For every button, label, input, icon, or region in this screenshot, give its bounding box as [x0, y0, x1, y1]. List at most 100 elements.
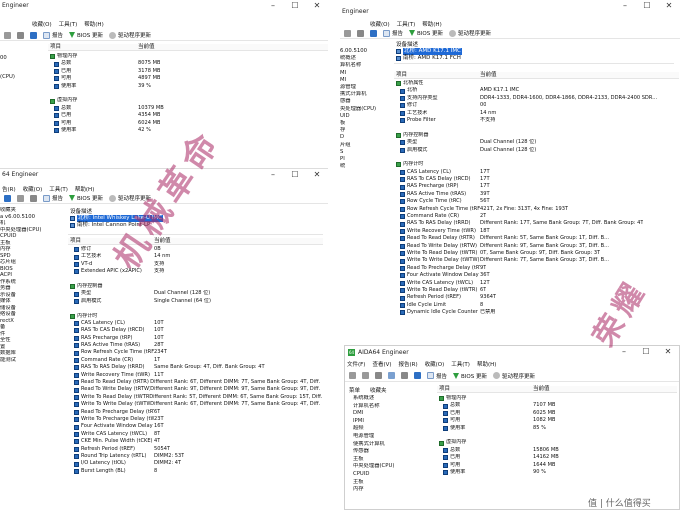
- tree-item[interactable]: 统: [340, 163, 390, 170]
- back-icon[interactable]: [4, 32, 11, 39]
- menu-tools[interactable]: 工具(T): [397, 20, 416, 28]
- tree-item[interactable]: UID: [340, 113, 390, 120]
- menu-help[interactable]: 帮助(H): [477, 360, 496, 368]
- tree-item[interactable]: 统概述: [340, 55, 390, 62]
- refresh-icon[interactable]: [388, 372, 395, 379]
- column-value[interactable]: 当前值: [138, 44, 155, 50]
- tree-item[interactable]: 感器: [340, 98, 390, 105]
- table-row[interactable]: Read To Read Delay (tRTR)Different Rank:…: [70, 379, 322, 386]
- table-row[interactable]: Read To Write Delay (tRTW)Different Rank…: [396, 243, 678, 250]
- forward-icon[interactable]: [362, 372, 369, 379]
- menu-favorites[interactable]: 收藏(O): [23, 185, 43, 193]
- table-row[interactable]: CKE Min. Pulse Width (tCKE)4T: [70, 438, 322, 445]
- table-row[interactable]: Read To Precharge Delay (tRTP)6T: [70, 409, 322, 416]
- menu-view[interactable]: 查看(V): [372, 360, 391, 368]
- tree-item[interactable]: 内存: [353, 486, 433, 494]
- tree-item[interactable]: [0, 62, 45, 74]
- table-row[interactable]: 可用1644 MB: [439, 462, 675, 469]
- device-northbridge[interactable]: 北桥: Intel Whiskey Lake-U IMC: [68, 215, 323, 222]
- chart-icon[interactable]: [414, 372, 421, 379]
- table-row[interactable]: 已用4354 MB: [50, 112, 320, 119]
- device-northbridge[interactable]: 北桥: AMD K17.1 IMC: [394, 48, 674, 55]
- menu-tools[interactable]: 工具(T): [49, 185, 68, 193]
- maximize-button[interactable]: ☐: [284, 169, 306, 181]
- maximize-button[interactable]: ☐: [636, 0, 658, 12]
- menu-help[interactable]: 帮助(H): [84, 20, 103, 28]
- tree-item[interactable]: 主板: [353, 456, 433, 464]
- table-row[interactable]: Write To Write Delay (tWTW)Different Ran…: [70, 401, 322, 408]
- table-row[interactable]: RAS Active Time (tRAS)39T: [396, 191, 678, 198]
- tree-item[interactable]: 能测试: [0, 357, 56, 364]
- table-row[interactable]: 使用率39 %: [50, 83, 320, 90]
- tree-item[interactable]: 系统概述: [353, 395, 433, 403]
- menu-favorites[interactable]: 收藏(O): [425, 360, 445, 368]
- table-row[interactable]: 类型Dual Channel (128 位): [70, 290, 322, 297]
- table-row[interactable]: 使用率90 %: [439, 469, 675, 476]
- tree-item[interactable]: S: [340, 149, 390, 156]
- table-row[interactable]: Write CAS Latency (tWCL)8T: [70, 431, 322, 438]
- table-row[interactable]: 已用3178 MB: [50, 68, 320, 75]
- tree-item[interactable]: 源管理: [340, 84, 390, 91]
- table-row[interactable]: 启用模式Single Channel (64 位): [70, 298, 322, 305]
- device-southbridge[interactable]: 南桥: Intel Cannon Point-LP: [68, 222, 323, 229]
- tree-item[interactable]: MI: [340, 77, 390, 84]
- table-row[interactable]: RAS To CAS Delay (tRCD)17T: [396, 176, 678, 183]
- section-row[interactable]: 虚拟内存: [50, 97, 320, 104]
- section-row[interactable]: 北桥属性: [396, 80, 678, 87]
- back-icon[interactable]: [349, 372, 356, 379]
- tree-item[interactable]: 中央处理器(CPU): [353, 463, 433, 471]
- table-row[interactable]: 总数7107 MB: [439, 402, 675, 409]
- table-row[interactable]: Read To Precharge Delay (tRTP)9T: [396, 265, 678, 272]
- section-row[interactable]: 内存控制器: [70, 283, 322, 290]
- section-row[interactable]: 物理内存: [439, 395, 675, 402]
- report-button[interactable]: 报告: [427, 372, 447, 380]
- bios-update-button[interactable]: BIOS 更新: [453, 372, 487, 380]
- back-icon[interactable]: [17, 195, 24, 202]
- table-row[interactable]: 支持内存类型DDR4-1333, DDR4-1600, DDR4-1866, D…: [396, 95, 678, 102]
- tree-item[interactable]: 超频: [353, 425, 433, 433]
- menu-help[interactable]: 帮助(H): [422, 20, 441, 28]
- table-row[interactable]: 修订00: [396, 102, 678, 109]
- table-row[interactable]: Burst Length (BL)8: [70, 468, 322, 475]
- back-icon[interactable]: [344, 30, 351, 37]
- column-item[interactable]: 项目: [48, 44, 138, 50]
- chart-icon[interactable]: [4, 195, 11, 202]
- tree-item[interactable]: 便携式计算机: [353, 441, 433, 449]
- close-button[interactable]: ✕: [306, 169, 328, 181]
- tree-item[interactable]: DMI: [353, 410, 433, 418]
- up-icon[interactable]: [375, 372, 382, 379]
- tree-item[interactable]: 携式计算机: [340, 91, 390, 98]
- tree-item[interactable]: 计算机名称: [353, 403, 433, 411]
- tree-item[interactable]: (CPU): [0, 74, 45, 81]
- close-button[interactable]: ✕: [658, 0, 680, 12]
- table-row[interactable]: RAS To CAS Delay (tRCD)10T: [70, 327, 322, 334]
- table-row[interactable]: Command Rate (CR)1T: [70, 357, 322, 364]
- table-row[interactable]: 工艺技术14 nm: [396, 110, 678, 117]
- bios-update-button[interactable]: BIOS 更新: [69, 31, 103, 39]
- table-row[interactable]: I/O Latency (tIOL)DIMM2: 4T: [70, 460, 322, 467]
- tree-item[interactable]: 传感器: [353, 448, 433, 456]
- minimize-button[interactable]: –: [262, 0, 284, 12]
- close-button[interactable]: ✕: [306, 0, 328, 12]
- bios-update-button[interactable]: BIOS 更新: [69, 194, 103, 202]
- section-row[interactable]: 内存计时: [396, 161, 678, 168]
- table-row[interactable]: 可用1082 MB: [439, 417, 675, 424]
- minimize-button[interactable]: –: [614, 0, 636, 12]
- table-row[interactable]: 总数15806 MB: [439, 447, 675, 454]
- table-row[interactable]: Write To Precharge Delay (tWT...23T: [70, 416, 322, 423]
- tree-item[interactable]: 00: [0, 55, 45, 62]
- table-row[interactable]: RAS Active Time (tRAS)28T: [70, 342, 322, 349]
- table-row[interactable]: Row Refresh Cycle Time (tRFC)234T: [70, 349, 322, 356]
- menu-help[interactable]: 帮助(H): [75, 185, 94, 193]
- table-row[interactable]: 可用4897 MB: [50, 75, 320, 82]
- table-row[interactable]: Row Cycle Time (tRC)56T: [396, 198, 678, 205]
- table-row[interactable]: Write Recovery Time (tWR)11T: [70, 372, 322, 379]
- chart-icon[interactable]: [370, 30, 377, 37]
- tree-item[interactable]: IPMI: [353, 418, 433, 426]
- close-button[interactable]: ✕: [657, 346, 679, 358]
- table-row[interactable]: Four Activate Window Delay (t...16T: [70, 423, 322, 430]
- menu-favorites[interactable]: 收藏(O): [32, 20, 52, 28]
- section-row[interactable]: 内存计时: [70, 313, 322, 320]
- tree-item[interactable]: D: [340, 134, 390, 141]
- table-row[interactable]: Read To Read Delay (tRTR)Different Rank:…: [396, 235, 678, 242]
